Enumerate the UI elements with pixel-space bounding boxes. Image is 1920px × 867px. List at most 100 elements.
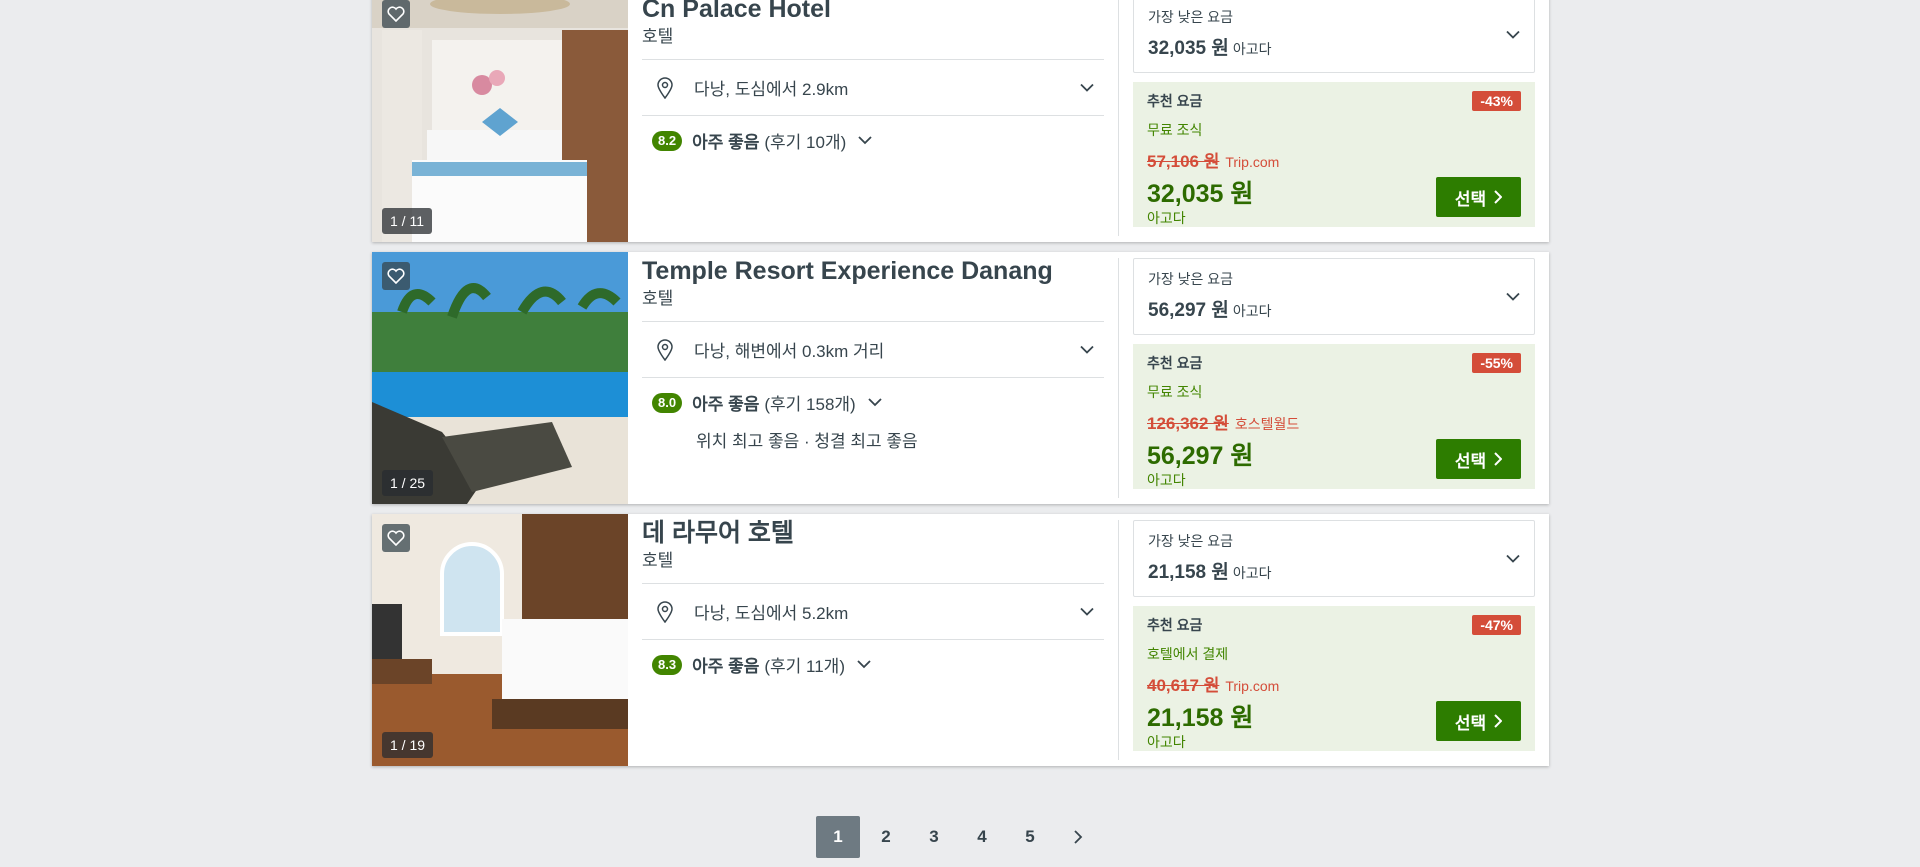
room-photo bbox=[372, 514, 628, 766]
page-4-button[interactable]: 4 bbox=[960, 816, 1004, 858]
select-button-label: 선택 bbox=[1454, 189, 1487, 209]
lowest-price-label: 가장 낮은 요금 bbox=[1148, 9, 1234, 25]
discount-badge: -47% bbox=[1472, 615, 1521, 635]
rating-label: 아주 좋음 bbox=[692, 657, 760, 676]
page-2-button[interactable]: 2 bbox=[864, 816, 908, 858]
hotel-name[interactable]: Temple Resort Experience Danang bbox=[642, 256, 1104, 286]
heart-icon bbox=[387, 6, 405, 22]
lowest-price-source: 아고다 bbox=[1232, 565, 1272, 581]
discount-badge: -55% bbox=[1472, 353, 1521, 373]
bedroom-photo bbox=[372, 0, 628, 242]
chevron-down-icon[interactable] bbox=[868, 398, 882, 407]
lowest-price-box[interactable]: 가장 낮은 요금 32,035 원 아고다 bbox=[1133, 0, 1535, 73]
original-price-source: Trip.com bbox=[1225, 678, 1280, 694]
hotel-photo[interactable]: 1 / 19 bbox=[372, 514, 628, 766]
chevron-right-icon bbox=[1494, 190, 1503, 204]
hotel-photo[interactable]: 1 / 25 bbox=[372, 252, 628, 504]
hotel-card[interactable]: 1 / 19 데 라무어 호텔 호텔 다낭, 도심에서 5.2km 8.3 아주… bbox=[372, 514, 1549, 766]
rating-row[interactable]: 8.2 아주 좋음 (후기 10개) bbox=[642, 128, 1104, 153]
page-1-button[interactable]: 1 bbox=[816, 816, 860, 858]
select-button-label: 선택 bbox=[1454, 713, 1487, 733]
lowest-price-amount: 32,035 원 bbox=[1148, 38, 1229, 59]
original-price: 57,106 원 bbox=[1147, 152, 1220, 171]
rating-row[interactable]: 8.0 아주 좋음 (후기 158개) bbox=[642, 390, 1104, 415]
chevron-right-icon bbox=[1494, 452, 1503, 466]
chevron-down-icon[interactable] bbox=[1080, 345, 1094, 354]
chevron-right-icon bbox=[1073, 830, 1082, 844]
perk-text: 호텔에서 결제 bbox=[1147, 646, 1229, 662]
chevron-down-icon[interactable] bbox=[1080, 83, 1094, 92]
discount-badge: -43% bbox=[1472, 91, 1521, 111]
photo-counter: 1 / 25 bbox=[382, 470, 434, 496]
lowest-price-label: 가장 낮은 요금 bbox=[1148, 271, 1234, 287]
heart-icon bbox=[387, 530, 405, 546]
select-button[interactable]: 선택 bbox=[1436, 177, 1521, 217]
review-count: (후기 10개) bbox=[764, 133, 847, 152]
hotel-card[interactable]: 1 / 11 Cn Palace Hotel 호텔 다낭, 도심에서 2.9km… bbox=[372, 0, 1549, 242]
location-row[interactable]: 다낭, 해변에서 0.3km 거리 bbox=[642, 321, 1104, 378]
page-3-button[interactable]: 3 bbox=[912, 816, 956, 858]
location-text: 다낭, 도심에서 2.9km bbox=[694, 80, 849, 99]
favorite-button[interactable] bbox=[382, 524, 410, 552]
lowest-price-box[interactable]: 가장 낮은 요금 21,158 원 아고다 bbox=[1133, 520, 1535, 597]
chevron-down-icon[interactable] bbox=[1506, 292, 1520, 301]
favorite-button[interactable] bbox=[382, 262, 410, 290]
rating-score-badge: 8.2 bbox=[652, 130, 683, 151]
heart-icon bbox=[387, 268, 405, 284]
lowest-price-amount: 56,297 원 bbox=[1148, 300, 1229, 321]
chevron-down-icon[interactable] bbox=[1080, 607, 1094, 616]
hotel-type: 호텔 bbox=[642, 551, 674, 570]
rating-label: 아주 좋음 bbox=[692, 133, 760, 152]
original-price-source: Trip.com bbox=[1225, 154, 1280, 170]
price-panel: 가장 낮은 요금 32,035 원 아고다 추천 요금 -43% 무료 조식 57… bbox=[1119, 0, 1549, 242]
photo-counter: 1 / 19 bbox=[382, 732, 434, 758]
recommended-price-box[interactable]: 추천 요금 -43% 무료 조식 57,106 원 Trip.com 32,035… bbox=[1133, 82, 1535, 227]
pagination: 1 2 3 4 5 bbox=[816, 816, 1104, 858]
hotel-photo[interactable]: 1 / 11 bbox=[372, 0, 628, 242]
recommended-label: 추천 요금 bbox=[1147, 355, 1203, 371]
location-text: 다낭, 해변에서 0.3km 거리 bbox=[694, 342, 885, 361]
location-row[interactable]: 다낭, 도심에서 5.2km bbox=[642, 583, 1104, 640]
recommended-price-box[interactable]: 추천 요금 -55% 무료 조식 126,362 원 호스텔월드 56,297 원… bbox=[1133, 344, 1535, 489]
location-text: 다낭, 도심에서 5.2km bbox=[694, 604, 849, 623]
hotel-info: Cn Palace Hotel 호텔 다낭, 도심에서 2.9km 8.2 아주… bbox=[628, 0, 1118, 242]
map-pin-icon bbox=[656, 600, 678, 623]
pool-photo bbox=[372, 252, 628, 504]
perk-text: 무료 조식 bbox=[1147, 384, 1203, 400]
chevron-down-icon[interactable] bbox=[1506, 554, 1520, 563]
recommended-label: 추천 요금 bbox=[1147, 617, 1203, 633]
select-button[interactable]: 선택 bbox=[1436, 701, 1521, 741]
hotel-type: 호텔 bbox=[642, 27, 674, 46]
select-button-label: 선택 bbox=[1454, 451, 1487, 471]
original-price: 40,617 원 bbox=[1147, 676, 1220, 695]
page-5-button[interactable]: 5 bbox=[1008, 816, 1052, 858]
review-count: (후기 158개) bbox=[764, 395, 856, 414]
next-page-button[interactable] bbox=[1056, 816, 1100, 858]
hotel-card[interactable]: 1 / 25 Temple Resort Experience Danang 호… bbox=[372, 252, 1549, 504]
rating-score-badge: 8.3 bbox=[652, 654, 683, 675]
rating-label: 아주 좋음 bbox=[692, 395, 760, 414]
hotel-name[interactable]: Cn Palace Hotel bbox=[642, 0, 1104, 24]
lowest-price-source: 아고다 bbox=[1232, 41, 1272, 57]
price-panel: 가장 낮은 요금 21,158 원 아고다 추천 요금 -47% 호텔에서 결제 … bbox=[1119, 514, 1549, 766]
location-row[interactable]: 다낭, 도심에서 2.9km bbox=[642, 59, 1104, 116]
select-button[interactable]: 선택 bbox=[1436, 439, 1521, 479]
lowest-price-box[interactable]: 가장 낮은 요금 56,297 원 아고다 bbox=[1133, 258, 1535, 335]
hotel-name[interactable]: 데 라무어 호텔 bbox=[642, 518, 1104, 548]
price-panel: 가장 낮은 요금 56,297 원 아고다 추천 요금 -55% 무료 조식 12… bbox=[1119, 252, 1549, 504]
chevron-right-icon bbox=[1494, 714, 1503, 728]
favorite-button[interactable] bbox=[382, 0, 410, 28]
chevron-down-icon[interactable] bbox=[858, 136, 872, 145]
lowest-price-label: 가장 낮은 요금 bbox=[1148, 533, 1234, 549]
rating-row[interactable]: 8.3 아주 좋음 (후기 11개) bbox=[642, 652, 1104, 677]
recommended-price-box[interactable]: 추천 요금 -47% 호텔에서 결제 40,617 원 Trip.com 21,1… bbox=[1133, 606, 1535, 751]
hotel-info: Temple Resort Experience Danang 호텔 다낭, 해… bbox=[628, 252, 1118, 504]
original-price-source: 호스텔월드 bbox=[1234, 416, 1300, 432]
chevron-down-icon[interactable] bbox=[857, 660, 871, 669]
photo-counter: 1 / 11 bbox=[382, 208, 432, 234]
recommended-label: 추천 요금 bbox=[1147, 93, 1203, 109]
rating-score-badge: 8.0 bbox=[652, 392, 683, 413]
chevron-down-icon[interactable] bbox=[1506, 30, 1520, 39]
hotel-type: 호텔 bbox=[642, 289, 674, 308]
perk-text: 무료 조식 bbox=[1147, 122, 1203, 138]
